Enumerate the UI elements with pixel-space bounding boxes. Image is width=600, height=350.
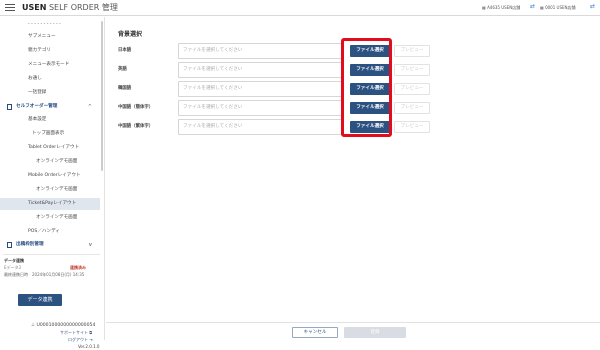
sidebar-item-mobile-demo[interactable]: オンラインデモ画面 [0,184,100,196]
placement-icon [7,242,12,248]
preview-button[interactable]: プレビュー [394,83,430,95]
sidebar: - - - - - - - - - - - サブメニュー 親カテゴリ メニュー表… [0,17,105,349]
sidebar-item-ticketpay-layout[interactable]: Ticket&Payレイアウト [0,198,100,210]
row-label: 英語 [118,67,127,72]
sidebar-item-parent-category[interactable]: 親カテゴリ [0,45,100,57]
sidebar-item-tablet-layout[interactable]: Tablet Orderレイアウト [0,142,100,154]
chevron-up-icon: ^ [87,104,92,110]
file-path-input[interactable]: ファイルを選択してください [178,43,344,59]
app-title: USEN SELF ORDER 管理 [22,3,118,12]
user-indicator[interactable]: ▦ 0001 USEN店舗 [540,5,576,11]
sidebar-item-top-screen[interactable]: トップ画面表示 [0,128,100,140]
support-link[interactable]: サポートサイト ⧉ [60,330,92,336]
page-title: 背景選択 [118,31,143,38]
sidebar-section-placement[interactable]: 出稿枠別管理 v [0,239,100,251]
sync-status: 連携済み [70,265,86,270]
swap-user-icon[interactable]: ⇄ [590,3,595,10]
sidebar-item-pos-handy[interactable]: POS／ハンディ [0,226,100,238]
preview-button[interactable]: プレビュー [394,121,430,133]
sync-last-value: 2024年01月08日(月) 14:35 [32,272,85,277]
sidebar-nav: - - - - - - - - - - - サブメニュー 親カテゴリ メニュー表… [0,17,104,239]
preview-button[interactable]: プレビュー [394,102,430,114]
sidebar-item-mobile-layout[interactable]: Mobile Orderレイアウト [0,170,100,182]
file-path-input[interactable]: ファイルを選択してください [178,100,344,116]
file-path-input[interactable]: ファイルを選択してください [178,62,344,78]
row-label: 日本語 [118,48,132,53]
sidebar-divider [3,254,100,255]
sidebar-section-self-order[interactable]: セルフオーダー管理 ^ [0,101,100,113]
row-label: 中国語（簡体字） [118,105,154,110]
data-sync-button[interactable]: データ連携 [18,294,62,306]
store-indicator[interactable]: ▦ A4635 USEN店舗 [482,5,520,11]
sidebar-item-basic-settings[interactable]: 基本設定 [0,114,100,126]
external-link-icon: ⧉ [88,330,93,335]
file-path-input[interactable]: ファイルを選択してください [178,119,344,135]
chevron-down-icon: v [88,242,92,248]
row-label: 韓国語 [118,86,132,91]
hamburger-menu-icon[interactable] [5,4,15,12]
sync-count: Eデータ3 [4,265,22,270]
version-label: Ver.2.0.1.0 [78,344,100,349]
top-bar: USEN SELF ORDER 管理 ▦ A4635 USEN店舗 ⇄ ▦ 00… [0,0,600,16]
swap-store-icon[interactable]: ⇄ [530,3,535,10]
sidebar-item-bulk-register[interactable]: 一括登録 [0,87,100,99]
cancel-button[interactable]: キャンセル [292,327,338,338]
account-id: ⊥ U0001000000000000054 [31,323,96,328]
row-label: 中国語（繁体字） [118,124,154,129]
file-path-input[interactable]: ファイルを選択してください [178,81,344,97]
sidebar-item-submenu[interactable]: サブメニュー [0,31,100,43]
sidebar-item-ticketpay-demo[interactable]: オンラインデモ画面 [0,212,100,224]
action-bar: キャンセル 登録 [106,322,600,340]
sidebar-item-tablet-demo[interactable]: オンラインデモ画面 [0,156,100,168]
highlight-box [341,38,392,137]
sidebar-item-menu-display-mode[interactable]: メニュー表示モード [0,59,100,71]
sidebar-scrollbar[interactable] [101,21,103,171]
tablet-icon [7,104,12,110]
sidebar-item-otoshi[interactable]: お通し [0,73,100,85]
sidebar-item-hidden[interactable]: - - - - - - - - - - - [0,19,100,31]
preview-button[interactable]: プレビュー [394,64,430,76]
preview-button[interactable]: プレビュー [394,45,430,57]
sync-last-label: 最終連携日時 [4,272,28,277]
save-button[interactable]: 登録 [344,327,406,338]
logout-link[interactable]: ログアウト ⇥ [68,337,93,343]
sync-title: データ連携 [4,258,24,263]
